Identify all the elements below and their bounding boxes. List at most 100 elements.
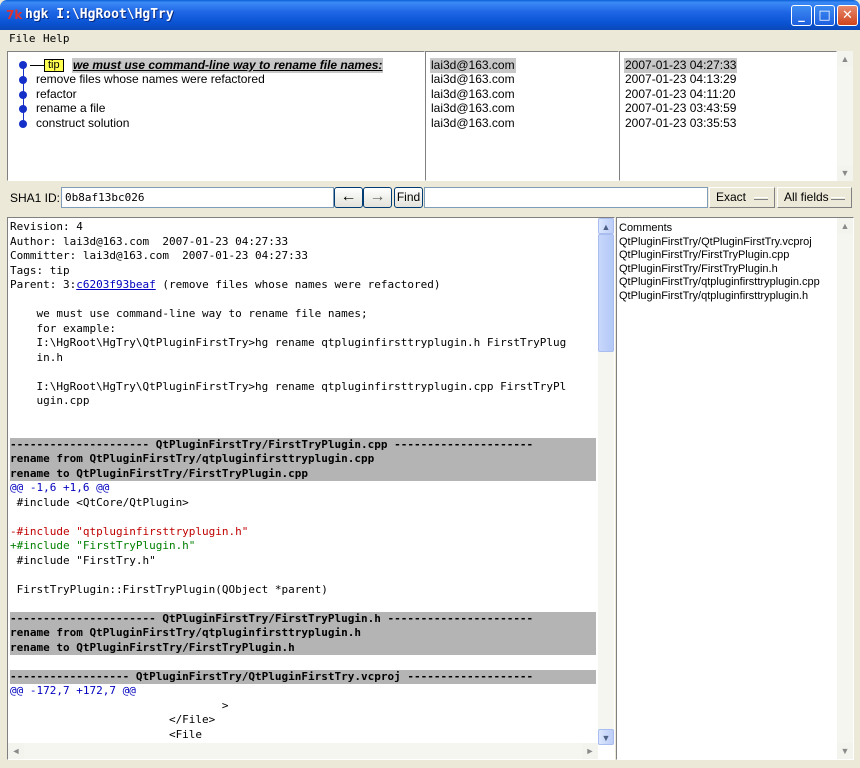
file-header: rename to QtPluginFirstTry/FirstTryPlugi… bbox=[10, 466, 596, 481]
menu-bar: File Help bbox=[4, 30, 856, 48]
commit-summary[interactable]: refactor bbox=[36, 87, 77, 102]
find-fields-dropdown[interactable]: All fields bbox=[777, 187, 852, 208]
diff-text[interactable]: Revision: 4 Author: lai3d@163.com 2007-0… bbox=[10, 220, 596, 742]
file-list-item[interactable]: QtPluginFirstTry/QtPluginFirstTry.vcproj bbox=[619, 236, 820, 250]
diff-hscrollbar[interactable]: ◄ ► bbox=[8, 743, 598, 759]
diff-scrollbar[interactable]: ▲ ▼ bbox=[598, 218, 614, 745]
diff-line bbox=[10, 423, 596, 438]
dropdown-indicator-icon bbox=[754, 197, 768, 200]
tag-connector bbox=[30, 65, 44, 66]
graph-node bbox=[19, 105, 27, 113]
commit-date[interactable]: 2007-01-23 04:13:29 bbox=[625, 72, 736, 87]
parent-link[interactable]: c6203f93beaf bbox=[76, 278, 155, 291]
diff-line bbox=[10, 365, 596, 380]
tip-tag[interactable]: tip bbox=[44, 59, 64, 72]
file-list-header[interactable]: Comments bbox=[619, 222, 820, 236]
arrow-left-icon: ← bbox=[340, 188, 357, 205]
maximize-button[interactable]: □ bbox=[814, 5, 835, 26]
dropdown-indicator-icon bbox=[831, 197, 845, 200]
title-bar[interactable]: 7k hgk I:\HgRoot\HgTry _ □ ✕ bbox=[0, 0, 860, 30]
forward-button[interactable]: → bbox=[363, 187, 392, 208]
diff-line: Committer: lai3d@163.com 2007-01-23 04:2… bbox=[10, 249, 309, 262]
diff-line: </File> bbox=[10, 713, 216, 726]
file-header: rename from QtPluginFirstTry/qtpluginfir… bbox=[10, 452, 596, 467]
sha1-field[interactable]: 0b8af13bc026 bbox=[61, 187, 334, 208]
diff-line: #include <QtCore/QtPlugin> bbox=[10, 495, 189, 509]
minimize-button[interactable]: _ bbox=[791, 5, 812, 26]
diff-line bbox=[10, 293, 596, 308]
commit-author[interactable]: lai3d@163.com bbox=[431, 87, 515, 102]
file-list-item[interactable]: QtPluginFirstTry/qtpluginfirsttryplugin.… bbox=[619, 276, 820, 290]
menu-help[interactable]: Help bbox=[43, 32, 70, 45]
commit-summary[interactable]: remove files whose names were refactored bbox=[36, 72, 265, 87]
hunk-header: @@ -172,7 +172,7 @@ bbox=[10, 684, 136, 697]
commit-author[interactable]: lai3d@163.com bbox=[431, 101, 515, 116]
diff-line bbox=[10, 568, 596, 583]
menu-file[interactable]: File bbox=[9, 32, 36, 45]
diff-line: <File bbox=[10, 727, 203, 741]
commit-date-selected[interactable]: 2007-01-23 04:27:33 bbox=[624, 58, 738, 73]
commit-author-selected[interactable]: lai3d@163.com bbox=[430, 58, 516, 73]
commit-author-pane[interactable]: lai3d@163.com lai3d@163.com lai3d@163.co… bbox=[425, 51, 619, 181]
commit-author[interactable]: lai3d@163.com bbox=[431, 116, 515, 131]
diff-line: in.h bbox=[10, 350, 63, 364]
file-header: --------------------- QtPluginFirstTry/F… bbox=[10, 437, 596, 452]
removed-line: -#include "qtpluginfirsttryplugin.h" bbox=[10, 524, 249, 538]
commit-summary[interactable]: rename a file bbox=[36, 101, 105, 116]
find-button[interactable]: Find bbox=[394, 187, 423, 208]
file-list-item[interactable]: QtPluginFirstTry/qtpluginfirsttryplugin.… bbox=[619, 290, 820, 304]
scroll-thumb[interactable] bbox=[598, 234, 614, 352]
find-mode-dropdown[interactable]: Exact bbox=[709, 187, 775, 208]
back-button[interactable]: ← bbox=[334, 187, 363, 208]
graph-node bbox=[19, 76, 27, 84]
find-input[interactable] bbox=[424, 187, 708, 208]
diff-parent-line: Parent: 3:c6203f93beaf (remove files who… bbox=[10, 278, 596, 293]
commit-date[interactable]: 2007-01-23 03:43:59 bbox=[625, 101, 736, 116]
commit-date-pane[interactable]: 2007-01-23 04:27:33 2007-01-23 04:13:29 … bbox=[619, 51, 837, 181]
find-mode-label: Exact bbox=[716, 190, 747, 204]
commit-summary-pane[interactable]: tip we must use command-line way to rena… bbox=[7, 51, 425, 181]
file-list: Comments QtPluginFirstTry/QtPluginFirstT… bbox=[619, 222, 820, 303]
file-list-item[interactable]: QtPluginFirstTry/FirstTryPlugin.cpp bbox=[619, 249, 820, 263]
diff-line: ugin.cpp bbox=[10, 394, 90, 407]
scroll-left-icon[interactable]: ◄ bbox=[8, 743, 24, 759]
scroll-up-icon[interactable]: ▲ bbox=[598, 218, 614, 234]
diff-line: Tags: tip bbox=[10, 263, 70, 277]
diff-line: for example: bbox=[10, 321, 116, 335]
scroll-up-icon[interactable]: ▲ bbox=[837, 218, 853, 234]
file-header: ------------------ QtPluginFirstTry/QtPl… bbox=[10, 669, 596, 684]
diff-line bbox=[10, 510, 596, 525]
commit-date[interactable]: 2007-01-23 03:35:53 bbox=[625, 116, 736, 131]
window-title: hgk I:\HgRoot\HgTry bbox=[25, 7, 174, 22]
parent-label: Parent: 3: bbox=[10, 278, 77, 291]
file-list-scrollbar[interactable]: ▲ ▼ bbox=[837, 218, 853, 759]
graph-node bbox=[19, 91, 27, 99]
commit-author[interactable]: lai3d@163.com bbox=[431, 72, 515, 87]
commit-date[interactable]: 2007-01-23 04:11:20 bbox=[625, 87, 736, 102]
close-button[interactable]: ✕ bbox=[837, 5, 858, 26]
file-header: rename from QtPluginFirstTry/qtpluginfir… bbox=[10, 626, 596, 641]
scroll-down-icon[interactable]: ▼ bbox=[598, 729, 614, 745]
diff-line: > bbox=[10, 698, 229, 712]
parent-summary: (remove files whose names were refactore… bbox=[155, 278, 441, 291]
commit-summary-selected[interactable]: we must use command-line way to rename f… bbox=[72, 58, 384, 73]
scroll-down-icon[interactable]: ▼ bbox=[837, 165, 853, 181]
diff-line bbox=[10, 597, 596, 612]
find-fields-label: All fields bbox=[784, 190, 829, 204]
hunk-header: @@ -1,6 +1,6 @@ bbox=[10, 481, 110, 494]
scroll-right-icon[interactable]: ► bbox=[582, 743, 598, 759]
diff-line: FirstTryPlugin::FirstTryPlugin(QObject *… bbox=[10, 582, 328, 596]
arrow-right-icon: → bbox=[369, 188, 386, 205]
added-line: +#include "FirstTryPlugin.h" bbox=[10, 539, 196, 552]
commit-summary[interactable]: construct solution bbox=[36, 116, 129, 131]
file-list-item[interactable]: QtPluginFirstTry/FirstTryPlugin.h bbox=[619, 263, 820, 277]
diff-line: we must use command-line way to rename f… bbox=[10, 307, 368, 320]
diff-line: Revision: 4 bbox=[10, 220, 83, 233]
file-list-pane[interactable]: Comments QtPluginFirstTry/QtPluginFirstT… bbox=[616, 217, 854, 760]
commit-list-scrollbar[interactable]: ▲ ▼ bbox=[837, 51, 853, 181]
diff-line: Author: lai3d@163.com 2007-01-23 04:27:3… bbox=[10, 234, 289, 248]
file-header: rename to QtPluginFirstTry/FirstTryPlugi… bbox=[10, 640, 596, 655]
diff-pane[interactable]: Revision: 4 Author: lai3d@163.com 2007-0… bbox=[7, 217, 615, 760]
scroll-down-icon[interactable]: ▼ bbox=[837, 743, 853, 759]
scroll-up-icon[interactable]: ▲ bbox=[837, 51, 853, 67]
